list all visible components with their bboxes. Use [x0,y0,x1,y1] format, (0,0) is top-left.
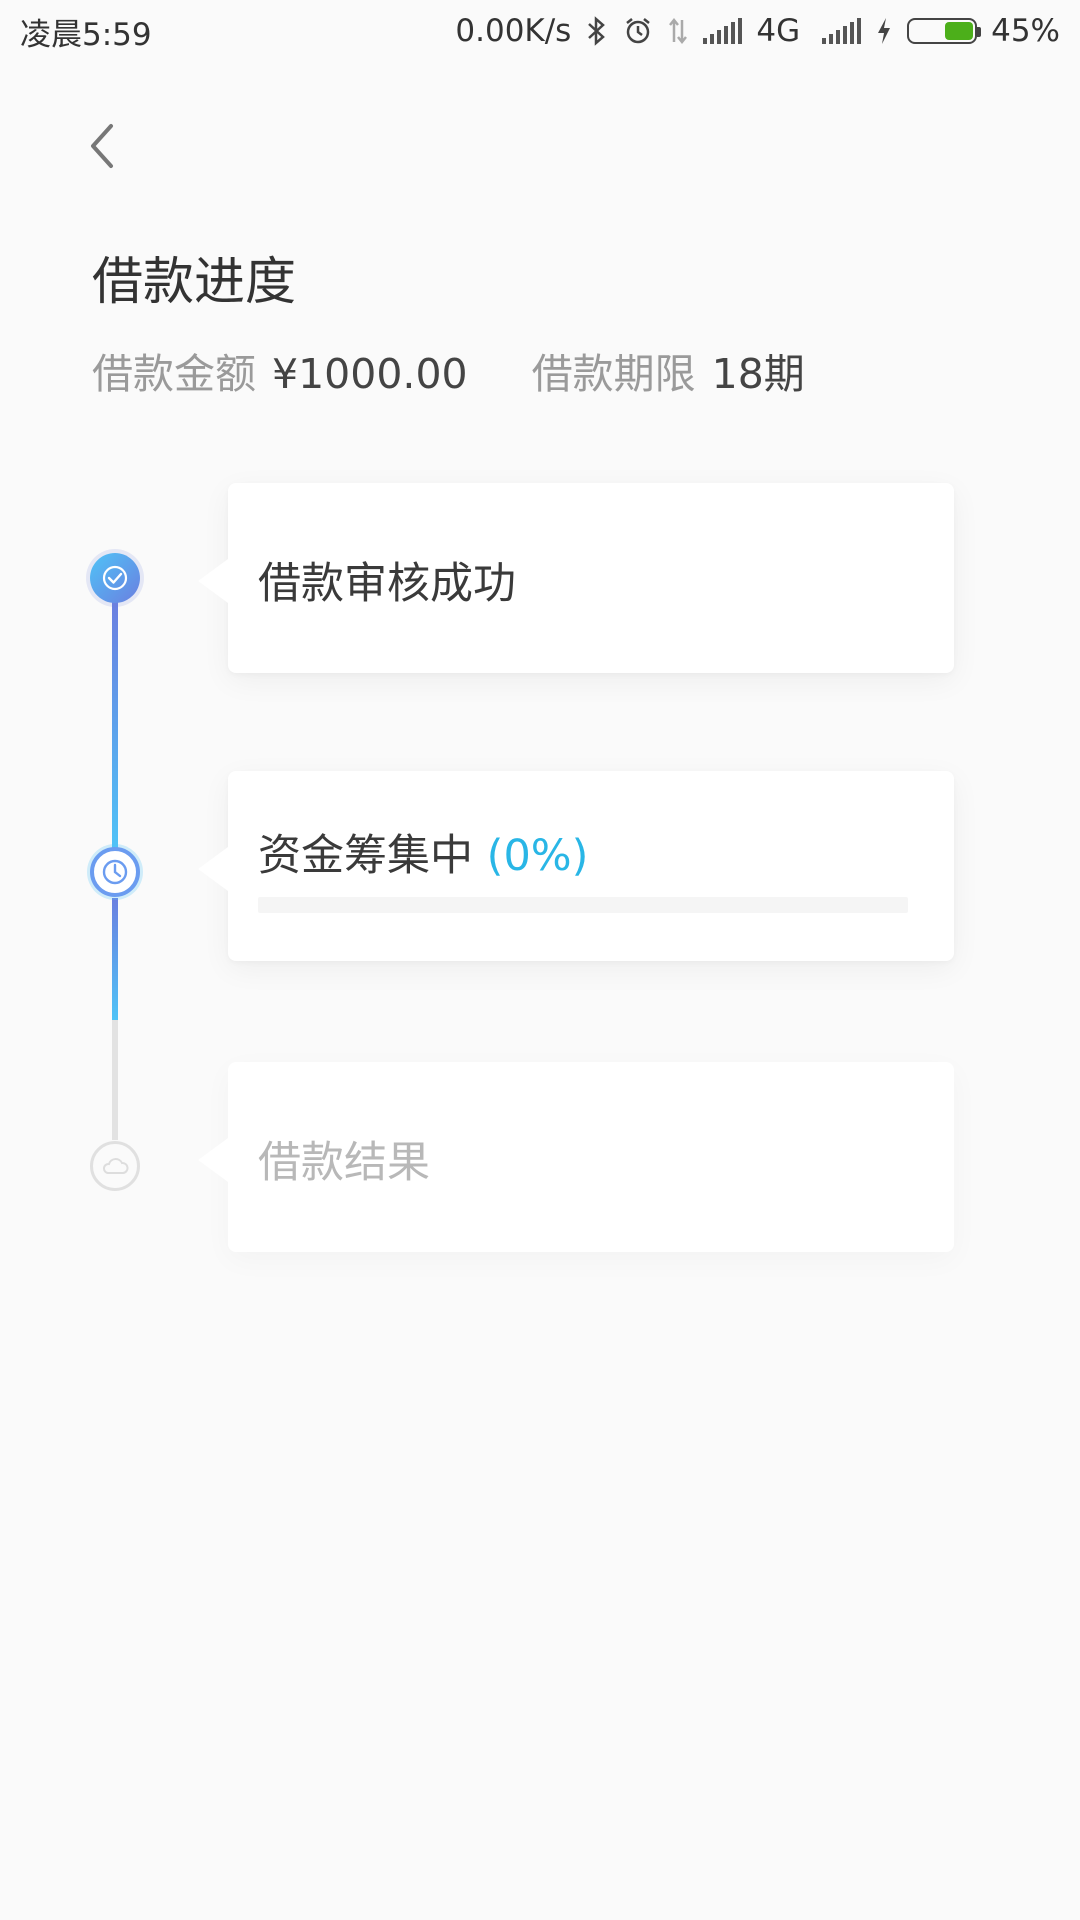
step-done-node [90,553,140,603]
timeline-connector-done [112,602,118,850]
battery-percent: 45% [991,13,1060,49]
step-card-funding: 资金筹集中 (0%) [198,771,954,961]
step-title: 借款结果 [258,1138,430,1188]
battery-icon [907,18,982,44]
data-arrows-icon [667,16,689,46]
step-title-row: 资金筹集中 (0%) [258,821,588,883]
term-value: 18期 [711,350,805,398]
alarm-icon [623,16,653,46]
step-pending-node [90,1141,140,1191]
check-icon [102,565,128,591]
status-icons: 0.00K/s 4G 45% [455,13,1060,49]
funding-percent: (0%) [486,831,589,881]
term-label: 借款期限 [531,350,696,398]
signal-icon [822,18,862,44]
charging-icon [875,16,893,46]
network-type: 4G [756,13,801,49]
bluetooth-icon [585,16,609,46]
step-title: 借款审核成功 [258,559,516,609]
timeline-connector-pending [112,1020,118,1140]
battery-level [945,22,974,40]
amount-label: 借款金额 [92,350,256,398]
status-time: 凌晨5:59 [20,16,152,53]
timeline-connector-active [112,898,118,1020]
network-speed: 0.00K/s [455,13,572,49]
back-button[interactable] [80,118,124,174]
funding-progress-bar [258,897,908,913]
chevron-left-icon [91,124,113,168]
step-card-approved: 借款审核成功 [198,483,954,673]
clock-icon [102,859,128,885]
step-card-result: 借款结果 [198,1062,954,1252]
status-bar: 凌晨5:59 0.00K/s 4G 45% [0,0,1080,62]
signal-icon [703,18,743,44]
step-title: 资金筹集中 [258,831,473,881]
step-active-node [90,847,140,897]
loan-summary: 借款金额 ¥1000.00 借款期限 18期 [92,340,805,400]
amount-value: ¥1000.00 [272,350,468,398]
page-title: 借款进度 [92,253,297,312]
cloud-icon [102,1158,129,1174]
